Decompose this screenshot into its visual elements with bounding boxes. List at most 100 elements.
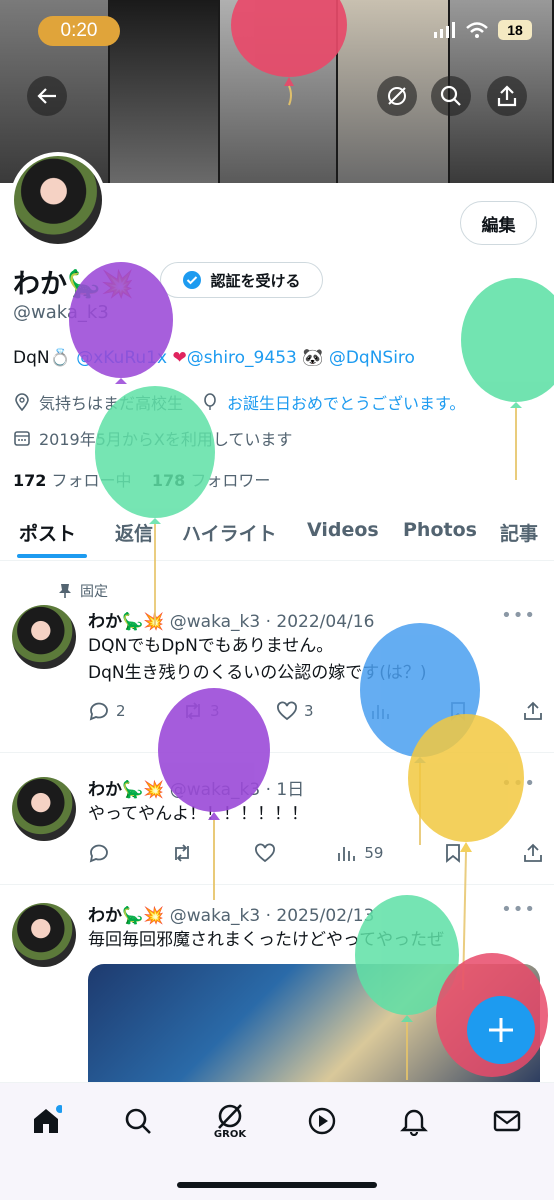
post-handle-date: @waka_k3 · 2022/04/16 [169, 612, 375, 632]
post-text-line: 毎回毎回邪魔されまくったけどやってやったぜ [88, 930, 445, 950]
views-button[interactable] [370, 701, 392, 721]
nav-grok[interactable]: GROK [210, 1101, 250, 1141]
dinosaur-icon: 🦕 [122, 906, 144, 926]
mail-icon [493, 1110, 521, 1132]
nav-home[interactable] [26, 1101, 66, 1141]
post-item[interactable]: わか🦕💥 @waka_k3 · 2022/04/16 ••• DQNでもDpNで… [0, 565, 554, 753]
post-handle-date: @waka_k3 · 2025/02/13 [169, 906, 375, 926]
dinosaur-icon: 🦕 [67, 269, 101, 300]
arrow-left-icon [37, 88, 56, 104]
tab-posts[interactable]: ポスト [19, 519, 76, 546]
heart-outline-icon [254, 843, 275, 863]
joined-text: 2019年5月からXを利用しています [39, 430, 293, 449]
nav-notifications[interactable] [394, 1101, 434, 1141]
post-avatar[interactable] [12, 605, 76, 669]
post-author[interactable]: わか [88, 780, 122, 800]
like-button[interactable] [254, 843, 276, 863]
post-text: やってやんよ！！！！！！！ [88, 801, 308, 828]
nav-search[interactable] [118, 1101, 158, 1141]
nav-messages[interactable] [487, 1101, 527, 1141]
collision-icon: 💥 [143, 612, 165, 632]
profile-meta: 気持ちはまだ高校生 お誕生日おめでとうございます。 [13, 390, 465, 414]
post-author[interactable]: わか [88, 906, 122, 926]
grok-label: GROK [213, 1128, 247, 1140]
post-header: わか🦕💥 @waka_k3 · 2022/04/16 [88, 607, 374, 632]
post-header: わか🦕💥 @waka_k3 · 1日 [88, 775, 304, 800]
profile-avatar[interactable] [10, 152, 106, 248]
tab-replies[interactable]: 返信 [115, 519, 153, 546]
post-text: DQNでもDpNでもありません。 DqN生き残りのくるいの公認の嫁です(は？) [88, 633, 427, 687]
search-button[interactable] [431, 76, 471, 116]
plus-icon [489, 1018, 513, 1042]
repost-count: 3 [210, 702, 220, 720]
grok-button[interactable] [377, 76, 417, 116]
heart-outline-icon [277, 701, 298, 721]
share-post-button[interactable] [523, 843, 543, 863]
home-indicator [177, 1182, 377, 1188]
share-icon [524, 843, 542, 862]
post-more-icon[interactable]: ••• [501, 605, 536, 626]
post-author[interactable]: わか [88, 612, 122, 632]
reply-icon [89, 844, 108, 863]
like-button[interactable]: 3 [276, 701, 314, 721]
verified-badge-icon [183, 271, 202, 289]
collision-icon: 💥 [143, 780, 165, 800]
bookmark-button[interactable] [449, 701, 467, 721]
bookmark-icon [446, 844, 461, 863]
dinosaur-icon: 🦕 [122, 612, 144, 632]
tab-photos[interactable]: Photos [403, 519, 477, 541]
home-icon [34, 1105, 62, 1133]
get-verified-button[interactable]: 認証を受ける [160, 262, 323, 298]
post-handle-date: @waka_k3 · 1日 [169, 780, 305, 800]
bio-text: DqN [13, 348, 50, 368]
profile-handle: @waka_k3 [13, 302, 109, 323]
compose-post-button[interactable] [467, 996, 535, 1064]
bell-icon [400, 1109, 428, 1136]
share-post-button[interactable] [523, 701, 543, 721]
status-icons: 18 [434, 20, 532, 40]
post-avatar[interactable] [12, 777, 76, 841]
active-tab-indicator [17, 554, 87, 558]
play-circle-icon [308, 1107, 336, 1135]
share-button[interactable] [487, 76, 527, 116]
tab-articles[interactable]: 記事 [500, 519, 538, 546]
following-link[interactable]: 172 フォロー中 [13, 471, 132, 490]
balloon [461, 278, 554, 480]
post-avatar[interactable] [12, 903, 76, 967]
repost-icon [186, 702, 200, 720]
collision-icon: 💥 [143, 906, 165, 926]
share-icon [524, 701, 542, 720]
followers-link[interactable]: 178 フォロワー [152, 471, 271, 490]
get-verified-label: 認証を受ける [210, 271, 301, 290]
views-button[interactable]: 59 [336, 843, 383, 863]
tab-videos[interactable]: Videos [307, 519, 379, 541]
back-button[interactable] [27, 76, 67, 116]
profile-birthday[interactable]: お誕生日おめでとうございます。 [227, 390, 465, 414]
edit-profile-button[interactable]: 編集 [460, 201, 537, 245]
heart-icon: ❤ [172, 348, 187, 368]
reply-icon [89, 702, 108, 721]
repost-icon [174, 844, 189, 862]
tab-highlights[interactable]: ハイライト [182, 519, 277, 546]
following-label: フォロー中 [51, 471, 132, 490]
bio-mention[interactable]: @DqNSiro [329, 348, 415, 368]
ring-icon: 💍 [49, 348, 71, 368]
repost-button[interactable]: 3 [182, 701, 220, 721]
bio-mention[interactable]: @xKuRu1x [76, 348, 167, 368]
post-text-line: DqN生き残りのくるいの公認の嫁です(は？) [88, 663, 427, 683]
reply-button[interactable]: 2 [88, 701, 126, 721]
follow-stats: 172 フォロー中 178 フォロワー [13, 467, 270, 491]
location-icon [15, 393, 29, 411]
search-icon [125, 1108, 151, 1134]
post-actions: 59 [88, 843, 543, 863]
bookmark-button[interactable] [444, 843, 462, 863]
post-item[interactable]: わか🦕💥 @waka_k3 · 1日 ••• やってやんよ！！！！！！！ 59 [0, 753, 554, 885]
repost-button[interactable] [171, 843, 193, 863]
reply-button[interactable] [88, 843, 110, 863]
post-more-icon[interactable]: ••• [501, 899, 536, 920]
bio-mention[interactable]: @shiro_9453 [187, 348, 297, 368]
post-text-line: やってやんよ！！！！！！！ [88, 804, 309, 824]
post-more-icon[interactable]: ••• [501, 773, 536, 794]
battery-icon: 18 [498, 20, 532, 40]
nav-videos[interactable] [302, 1101, 342, 1141]
